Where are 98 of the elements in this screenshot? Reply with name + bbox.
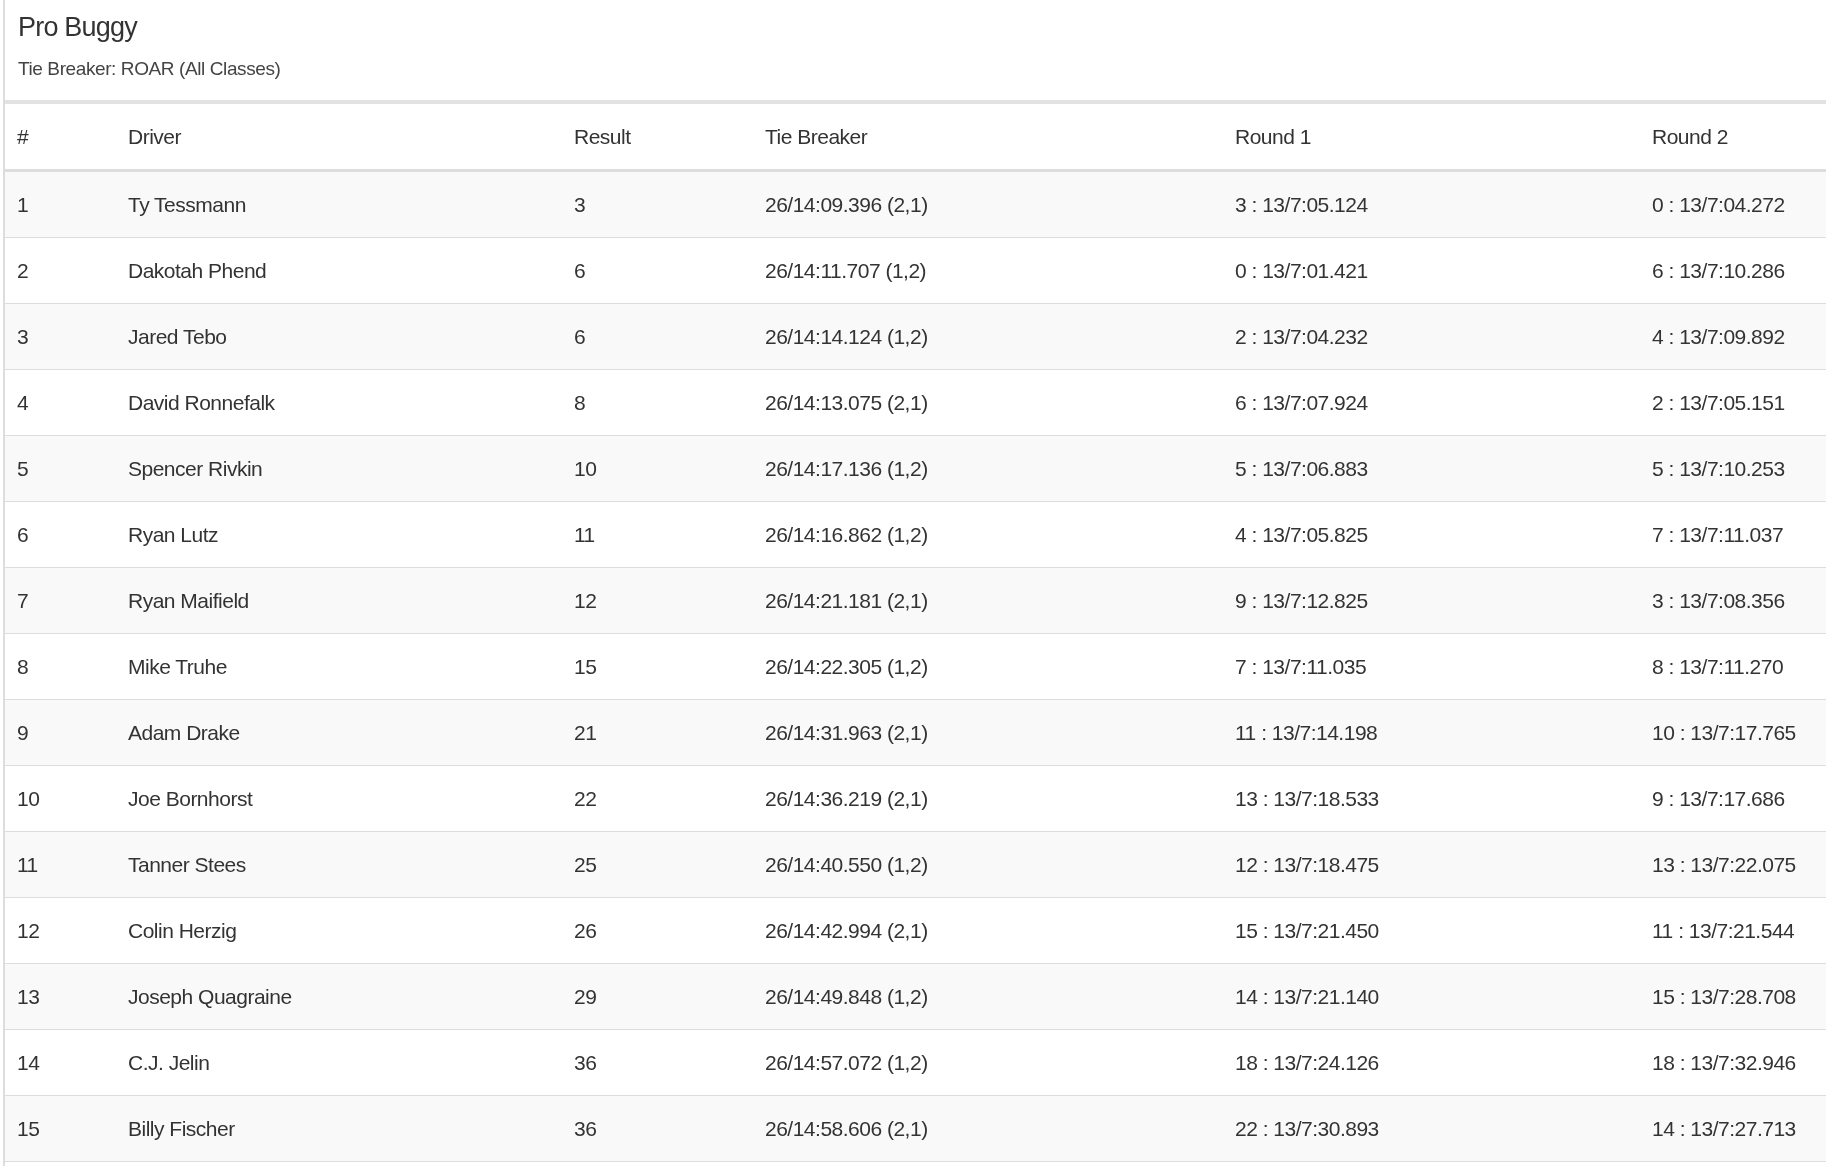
- table-cell: Billy Fischer: [116, 1095, 562, 1162]
- table-cell: Colin Herzig: [116, 897, 562, 964]
- table-cell: 10: [5, 765, 116, 832]
- column-header: Round 1: [1223, 104, 1640, 171]
- table-cell: 12: [562, 567, 753, 634]
- table-cell: C.J. Jelin: [116, 1029, 562, 1096]
- table-cell: Joseph Quagraine: [116, 963, 562, 1030]
- table-cell: Tanner Stees: [116, 831, 562, 898]
- table-cell: 26/14:42.994 (2,1): [753, 897, 1223, 964]
- table-cell: 36: [562, 1029, 753, 1096]
- column-header: Driver: [116, 104, 562, 171]
- table-cell: 4: [5, 369, 116, 436]
- table-cell: 15 : 13/7:28.708: [1640, 963, 1826, 1030]
- table-cell: Ty Tessmann: [116, 170, 562, 238]
- table-cell: 26/14:11.707 (1,2): [753, 237, 1223, 304]
- column-header: Result: [562, 104, 753, 171]
- table-cell: 14 : 13/7:21.140: [1223, 963, 1640, 1030]
- table-cell: 13 : 13/7:18.533: [1223, 765, 1640, 832]
- table-cell: 2 : 13/7:05.151: [1640, 369, 1826, 436]
- table-cell: 5: [5, 435, 116, 502]
- table-cell: 26/14:40.550 (1,2): [753, 831, 1223, 898]
- column-header: Round 2: [1640, 104, 1826, 171]
- table-cell: 13: [5, 963, 116, 1030]
- table-cell: 14 : 13/7:27.713: [1640, 1095, 1826, 1162]
- table-cell: 7 : 13/7:11.035: [1223, 633, 1640, 700]
- table-cell: 6 : 13/7:07.924: [1223, 369, 1640, 436]
- table-cell: 7: [5, 567, 116, 634]
- table-cell: 26/14:58.606 (2,1): [753, 1095, 1223, 1162]
- table-cell: Joe Bornhorst: [116, 765, 562, 832]
- table-cell: Jared Tebo: [116, 303, 562, 370]
- table-cell: 26: [562, 897, 753, 964]
- table-cell: 29: [562, 963, 753, 1030]
- table-cell: 14: [5, 1029, 116, 1096]
- table-cell: 15: [562, 633, 753, 700]
- column-header: Tie Breaker: [753, 104, 1223, 171]
- table-cell: 6 : 13/7:10.286: [1640, 237, 1826, 304]
- table-cell: 2 : 13/7:04.232: [1223, 303, 1640, 370]
- table-cell: 9: [5, 699, 116, 766]
- table-cell: Adam Drake: [116, 699, 562, 766]
- table-cell: 3 : 13/7:08.356: [1640, 567, 1826, 634]
- table-cell: 22: [562, 765, 753, 832]
- table-cell: 22 : 13/7:30.893: [1223, 1095, 1640, 1162]
- table-cell: 26/14:31.963 (2,1): [753, 699, 1223, 766]
- table-cell: 8: [5, 633, 116, 700]
- tie-breaker-note: Tie Breaker: ROAR (All Classes): [18, 58, 282, 80]
- table-cell: Ryan Lutz: [116, 501, 562, 568]
- table-cell: 26/14:09.396 (2,1): [753, 170, 1223, 238]
- table-cell: 10 : 13/7:17.765: [1640, 699, 1826, 766]
- table-cell: 36: [562, 1095, 753, 1162]
- table-cell: Ryan Maifield: [116, 567, 562, 634]
- table-cell: 25: [562, 831, 753, 898]
- table-cell: 5 : 13/7:10.253: [1640, 435, 1826, 502]
- table-cell: 8: [562, 369, 753, 436]
- table-cell: 26/14:14.124 (1,2): [753, 303, 1223, 370]
- table-cell: 9 : 13/7:12.825: [1223, 567, 1640, 634]
- table-cell: 18 : 13/7:24.126: [1223, 1029, 1640, 1096]
- table-cell: 26/14:17.136 (1,2): [753, 435, 1223, 502]
- table-cell: 12 : 13/7:18.475: [1223, 831, 1640, 898]
- table-cell: Dakotah Phend: [116, 237, 562, 304]
- table-cell: 4 : 13/7:09.892: [1640, 303, 1826, 370]
- table-cell: 15 : 13/7:21.450: [1223, 897, 1640, 964]
- table-cell: 3 : 13/7:05.124: [1223, 170, 1640, 238]
- table-cell: 26/14:22.305 (1,2): [753, 633, 1223, 700]
- table-cell: 26/14:49.848 (1,2): [753, 963, 1223, 1030]
- table-cell: 5 : 13/7:06.883: [1223, 435, 1640, 502]
- table-cell: 3: [5, 303, 116, 370]
- table-cell: 7 : 13/7:11.037: [1640, 501, 1826, 568]
- table-cell: 6: [562, 237, 753, 304]
- table-cell: 11: [562, 501, 753, 568]
- table-cell: 4 : 13/7:05.825: [1223, 501, 1640, 568]
- table-cell: David Ronnefalk: [116, 369, 562, 436]
- table-cell: 1: [5, 170, 116, 238]
- table-cell: 6: [5, 501, 116, 568]
- table-cell: 11: [5, 831, 116, 898]
- table-cell: 15: [5, 1095, 116, 1162]
- table-cell: 2: [5, 237, 116, 304]
- table-cell: 26/14:57.072 (1,2): [753, 1029, 1223, 1096]
- table-cell: 26/14:36.219 (2,1): [753, 765, 1223, 832]
- table-cell: Spencer Rivkin: [116, 435, 562, 502]
- table-cell: 21: [562, 699, 753, 766]
- table-cell: 11 : 13/7:21.544: [1640, 897, 1826, 964]
- table-cell: 0 : 13/7:01.421: [1223, 237, 1640, 304]
- table-cell: 0 : 13/7:04.272: [1640, 170, 1826, 238]
- table-cell: 12: [5, 897, 116, 964]
- table-cell: 9 : 13/7:17.686: [1640, 765, 1826, 832]
- column-header: #: [5, 104, 116, 171]
- table-cell: 8 : 13/7:11.270: [1640, 633, 1826, 700]
- table-cell: 26/14:21.181 (2,1): [753, 567, 1223, 634]
- table-cell: 11 : 13/7:14.198: [1223, 699, 1640, 766]
- table-cell: Mike Truhe: [116, 633, 562, 700]
- table-cell: 10: [562, 435, 753, 502]
- class-title: Pro Buggy: [18, 11, 139, 44]
- table-cell: 13 : 13/7:22.075: [1640, 831, 1826, 898]
- table-cell: 18 : 13/7:32.946: [1640, 1029, 1826, 1096]
- table-cell: 3: [562, 170, 753, 238]
- table-cell: 26/14:16.862 (1,2): [753, 501, 1223, 568]
- table-cell: 6: [562, 303, 753, 370]
- table-cell: 26/14:13.075 (2,1): [753, 369, 1223, 436]
